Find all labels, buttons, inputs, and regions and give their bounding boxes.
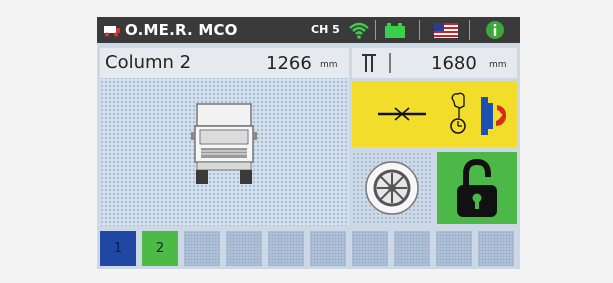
channel-button-2[interactable]: 2: [142, 231, 178, 266]
column-exit-icon: [481, 97, 507, 135]
column-height-value: 1266: [266, 53, 312, 74]
channel-button-9[interactable]: [436, 231, 472, 266]
channel-button-6[interactable]: [310, 231, 346, 266]
hmi-screen: O.ME.R. MCO CH 5 Column 2 1266 mm 1680 m…: [97, 17, 520, 269]
column-height-unit: mm: [320, 60, 338, 70]
height-icon: [362, 53, 391, 73]
column-label: Column 2: [105, 52, 192, 73]
truck-front-icon: [191, 103, 257, 184]
wifi-icon: [349, 22, 369, 39]
truck-logo-icon: [104, 26, 120, 37]
channel-button-4[interactable]: [226, 231, 262, 266]
height-panel: 1680 mm: [352, 48, 517, 78]
wheel-button[interactable]: [352, 152, 432, 224]
channel-indicator: CH 5: [311, 23, 340, 36]
wheel-icon: [365, 161, 419, 215]
brand-title: O.ME.R. MCO: [125, 21, 238, 39]
status-bar: O.ME.R. MCO CH 5: [97, 17, 520, 43]
channel-button-5[interactable]: [268, 231, 304, 266]
lift-position-icon: [378, 107, 426, 121]
status-divider: [419, 20, 420, 40]
battery-icon: [385, 23, 405, 38]
timer-hand-icon: [450, 92, 466, 134]
status-divider: [469, 20, 470, 40]
height-unit: mm: [489, 60, 507, 70]
channel-selector: 1 2: [100, 231, 517, 266]
height-value: 1680: [431, 53, 477, 74]
channel-button-8[interactable]: [394, 231, 430, 266]
padlock-open-icon: [457, 158, 497, 217]
lift-status-panel[interactable]: [352, 81, 517, 147]
channel-button-1[interactable]: 1: [100, 231, 136, 266]
column-header: Column 2 1266 mm: [100, 48, 349, 78]
us-flag-icon[interactable]: [434, 23, 458, 38]
channel-button-7[interactable]: [352, 231, 388, 266]
column-panel: Column 2 1266 mm: [100, 48, 349, 226]
info-icon[interactable]: [485, 20, 505, 40]
channel-button-10[interactable]: [478, 231, 514, 266]
channel-button-3[interactable]: [184, 231, 220, 266]
lock-button[interactable]: [437, 152, 517, 224]
status-divider: [375, 20, 376, 40]
